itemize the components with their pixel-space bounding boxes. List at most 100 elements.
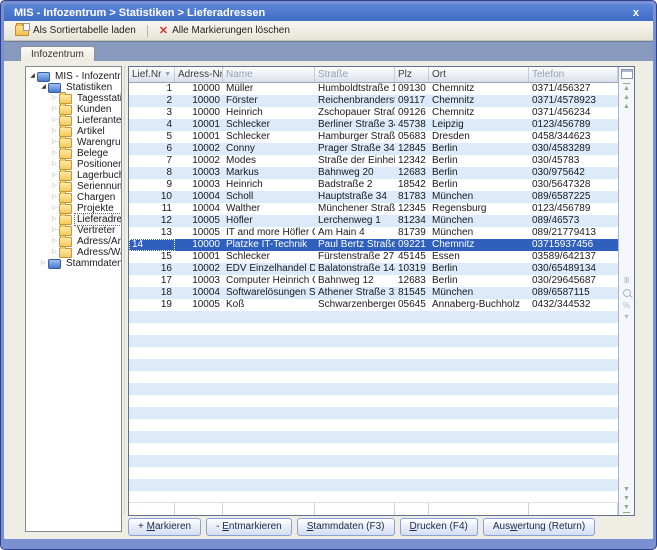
- chevron-collapsed-icon[interactable]: ▷: [50, 225, 59, 236]
- tree-item-label: Chargen: [75, 192, 117, 203]
- cell: 2: [129, 95, 175, 107]
- tree-item-lagerbuchungen[interactable]: ▷Lagerbuchungen: [26, 170, 121, 181]
- column-header-col-plz[interactable]: Plz: [395, 67, 429, 82]
- tree-item-belege[interactable]: ▷Belege: [26, 148, 121, 159]
- tree-item-mis-infozentrum[interactable]: ◢MIS - Infozentrum: [26, 71, 121, 82]
- table-row[interactable]: 1510001SchleckerFürstenstraße 2745145Ess…: [129, 251, 618, 263]
- tree-item-positionen[interactable]: ▷Positionen: [26, 159, 121, 170]
- tree-item-adress-artikel[interactable]: ▷Adress/Artikel: [26, 236, 121, 247]
- chevron-collapsed-icon[interactable]: ▷: [50, 137, 59, 148]
- tree-item-statistiken[interactable]: ◢Statistiken: [26, 82, 121, 93]
- table-row[interactable]: 1410000Platzke IT-TechnikPaul Bertz Stra…: [129, 239, 618, 251]
- table-row[interactable]: 910003HeinrichBadstraße 218542Berlin030/…: [129, 179, 618, 191]
- scroll-first-icon[interactable]: ▲: [623, 83, 630, 93]
- tree-item-seriennummern[interactable]: ▷Seriennummern: [26, 181, 121, 192]
- tree-item-lieferadressen[interactable]: ▷Lieferadressen: [26, 214, 121, 225]
- cell: Berlin: [429, 263, 529, 275]
- markieren-button[interactable]: + Markieren: [128, 518, 201, 536]
- table-row[interactable]: 1610002EDV Einzelhandel Dietsch GmbBalat…: [129, 263, 618, 275]
- chevron-collapsed-icon[interactable]: ▷: [50, 203, 59, 214]
- chevron-collapsed-icon[interactable]: ▷: [50, 236, 59, 247]
- entmarkieren-button[interactable]: - Entmarkieren: [206, 518, 292, 536]
- cell: Heinrich: [223, 179, 315, 191]
- chevron-collapsed-icon[interactable]: ▷: [50, 214, 59, 225]
- tree-item-kunden[interactable]: ▷Kunden: [26, 104, 121, 115]
- table-row[interactable]: 1310005IT and more Höfler OHGAm Hain 481…: [129, 227, 618, 239]
- tree-item-tagesstatistik[interactable]: ▷Tagesstatistik: [26, 93, 121, 104]
- table-row[interactable]: 610002ConnyPrager Straße 3412845Berlin03…: [129, 143, 618, 155]
- cell: EDV Einzelhandel Dietsch Gmb: [223, 263, 315, 275]
- table-row[interactable]: 710002ModesStraße der Einheit 3412342Ber…: [129, 155, 618, 167]
- chevron-expanded-icon[interactable]: ◢: [28, 71, 37, 82]
- cell: 1: [129, 83, 175, 95]
- auswertung-button[interactable]: Auswertung (Return): [483, 518, 595, 536]
- load-sort-table-button[interactable]: Als Sortiertabelle laden: [10, 24, 141, 37]
- tree-item-chargen[interactable]: ▷ Chargen: [26, 192, 121, 203]
- column-header-col-liefnr[interactable]: Lief.Nr▼: [129, 67, 175, 82]
- grid-footer-strip: [129, 502, 618, 515]
- app-icon: [37, 72, 50, 82]
- tree-item-vertreter[interactable]: ▷Vertreter: [26, 225, 121, 236]
- stammdaten-button[interactable]: Stammdaten (F3): [297, 518, 395, 536]
- table-row[interactable]: 1010004SchollHauptstraße 3481783München0…: [129, 191, 618, 203]
- scroll-last-icon[interactable]: ▼: [623, 503, 630, 513]
- column-header-col-adressnr[interactable]: Adress-Nr.: [175, 67, 223, 82]
- clear-marks-button[interactable]: ✕ Alle Markierungen löschen: [154, 24, 295, 37]
- table-row[interactable]: 510001SchleckerHamburger Straße05683Dres…: [129, 131, 618, 143]
- tree-item-artikel[interactable]: ▷ Artikel: [26, 126, 121, 137]
- tree-item-adress-warengruppen[interactable]: ▷Adress/Warengruppen: [26, 247, 121, 258]
- drucken-button[interactable]: Drucken (F4): [400, 518, 478, 536]
- chevron-collapsed-icon[interactable]: ▷: [50, 115, 59, 126]
- scroll-page-up-icon[interactable]: ▲: [623, 93, 630, 102]
- chevron-collapsed-icon[interactable]: ▷: [50, 192, 59, 203]
- table-row[interactable]: 1710003Computer Heinrich GmbHBahnweg 121…: [129, 275, 618, 287]
- close-icon[interactable]: x: [629, 7, 643, 19]
- tree-item-label: Artikel: [75, 126, 107, 137]
- table-row[interactable]: 110000MüllerHumboldtstraße 1009130Chemni…: [129, 83, 618, 95]
- chevron-collapsed-icon[interactable]: ▷: [50, 93, 59, 104]
- chevron-collapsed-icon[interactable]: ▷: [50, 159, 59, 170]
- chevron-collapsed-icon[interactable]: ▷: [50, 181, 59, 192]
- chevron-expanded-icon[interactable]: ◢: [39, 82, 48, 93]
- table-row[interactable]: 1110004WaltherMünchener Straße 2312345Re…: [129, 203, 618, 215]
- cell: Höfler: [223, 215, 315, 227]
- chevron-collapsed-icon[interactable]: ▷: [50, 170, 59, 181]
- scroll-down-icon[interactable]: ▼: [623, 485, 630, 494]
- table-row[interactable]: 810003MarkusBahnweg 2012683Berlin030/975…: [129, 167, 618, 179]
- tree-item-warengruppen[interactable]: ▷Warengruppen: [26, 137, 121, 148]
- table-row[interactable]: 1910005KoßSchwarzenberger Straße05645Ann…: [129, 299, 618, 311]
- empty-row: [129, 419, 618, 431]
- tab-infozentrum[interactable]: Infozentrum: [20, 46, 95, 61]
- title-bar: MIS - Infozentrum > Statistiken > Liefer…: [4, 4, 653, 21]
- tree-item-stammdaten[interactable]: ▷Stammdaten: [26, 258, 121, 269]
- chevron-collapsed-icon[interactable]: ▷: [50, 104, 59, 115]
- table-row[interactable]: 410001SchleckerBerliner Straße 3445738Le…: [129, 119, 618, 131]
- chevron-collapsed-icon[interactable]: ▷: [50, 247, 59, 258]
- table-row[interactable]: 1210005HöflerLerchenweg 181234München089…: [129, 215, 618, 227]
- cell: Chemnitz: [429, 107, 529, 119]
- percent-icon[interactable]: %: [623, 300, 630, 311]
- chevron-collapsed-icon[interactable]: ▷: [50, 126, 59, 137]
- fit-icon[interactable]: ▾: [624, 311, 628, 322]
- tree-item-projekte[interactable]: ▷Projekte: [26, 203, 121, 214]
- column-header-col-telefon[interactable]: Telefon: [529, 67, 618, 82]
- table-row[interactable]: 210000FörsterReichenbranderstraße 309117…: [129, 95, 618, 107]
- column-chooser-icon[interactable]: [621, 69, 633, 79]
- column-header-col-strasse[interactable]: Straße: [315, 67, 395, 82]
- scroll-up-icon[interactable]: ▲: [623, 102, 630, 111]
- grid-main: Lief.Nr▼Adress-Nr.NameStraßePlzOrtTelefo…: [129, 67, 618, 515]
- chevron-collapsed-icon[interactable]: ▷: [50, 148, 59, 159]
- chevron-collapsed-icon[interactable]: ▷: [39, 258, 48, 269]
- column-header-label: Adress-Nr.: [178, 69, 223, 80]
- columns-icon[interactable]: Ⅲ: [624, 275, 630, 286]
- column-header-col-ort[interactable]: Ort: [429, 67, 529, 82]
- column-header-label: Telefon: [532, 69, 564, 80]
- table-row[interactable]: 310000HeinrichZschopauer Straße 28009126…: [129, 107, 618, 119]
- table-row[interactable]: 1810004Softwarelösungen Scholl GmbAthene…: [129, 287, 618, 299]
- search-icon[interactable]: [623, 289, 631, 297]
- cell: 81783: [395, 191, 429, 203]
- column-header-col-name[interactable]: Name: [223, 67, 315, 82]
- tree-item-lieferanten[interactable]: ▷Lieferanten: [26, 115, 121, 126]
- scroll-page-down-icon[interactable]: ▼: [623, 494, 630, 503]
- red-x-icon: ✕: [159, 26, 168, 36]
